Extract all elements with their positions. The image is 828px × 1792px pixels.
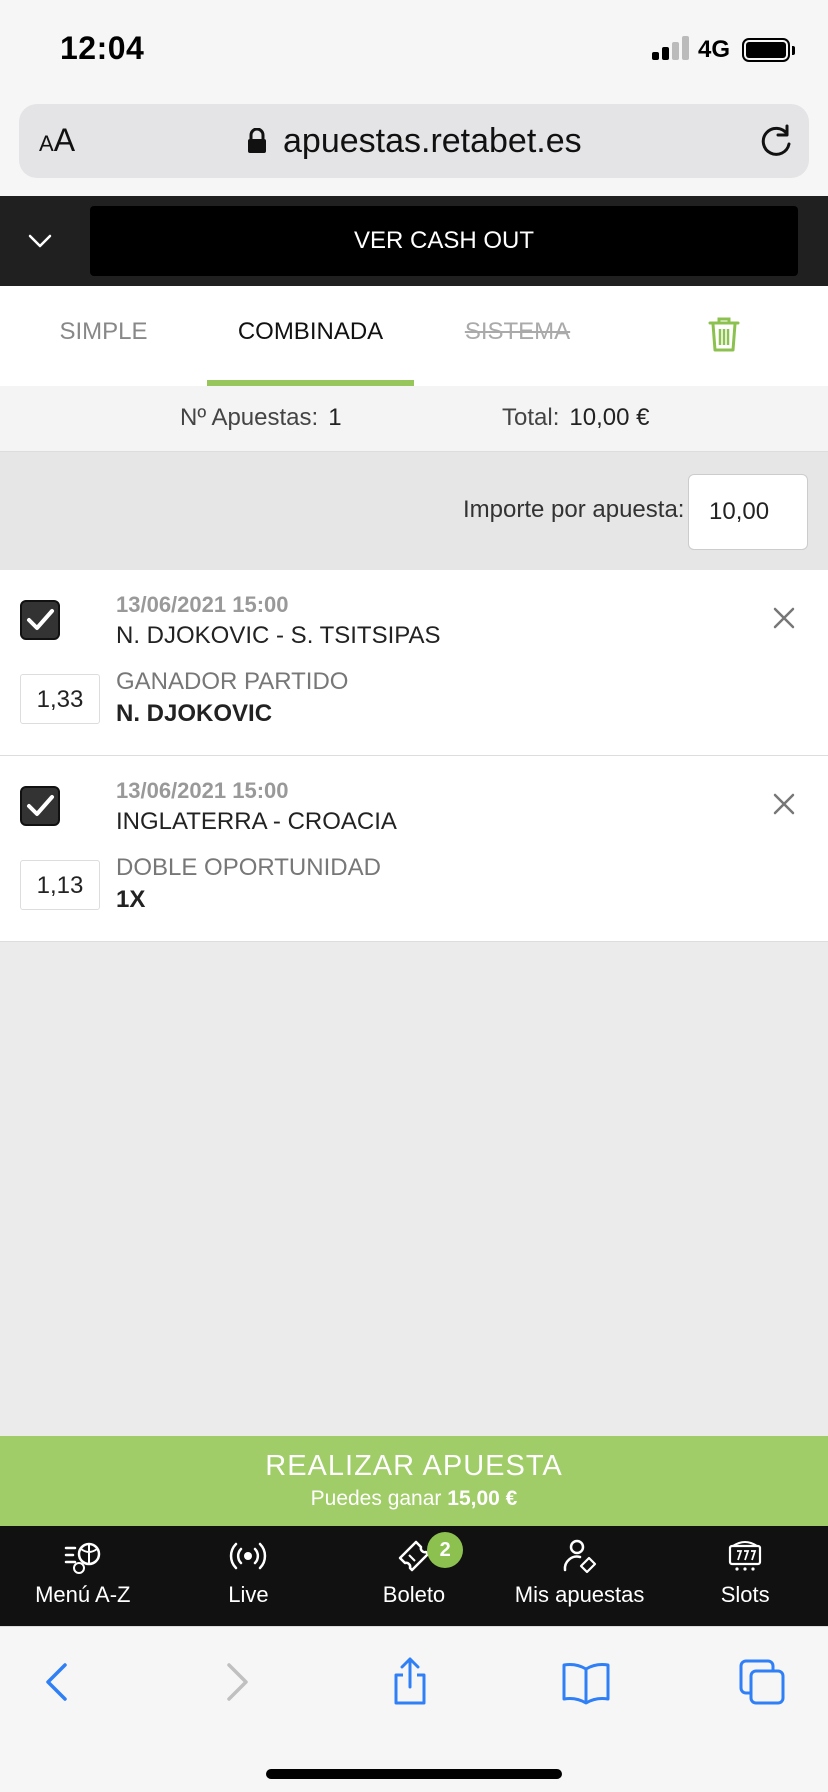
- event-date: 13/06/2021 15:00: [116, 778, 289, 803]
- lock-icon: [248, 128, 266, 153]
- trash-icon[interactable]: [708, 316, 740, 352]
- bet-selection: 1,33 13/06/2021 15:00 N. DJOKOVIC - S. T…: [0, 570, 828, 756]
- address-bar[interactable]: AA apuestas.retabet.es: [19, 104, 809, 178]
- event-name: INGLATERRA - CROACIA: [116, 808, 397, 835]
- bets-count-label: Nº Apuestas:: [180, 404, 319, 431]
- bet-selection: 1,13 13/06/2021 15:00 INGLATERRA - CROAC…: [0, 756, 828, 942]
- selection-pick: 1X: [116, 886, 146, 913]
- back-icon[interactable]: [34, 1657, 84, 1707]
- tab-combinada[interactable]: COMBINADA: [207, 286, 414, 386]
- selection-pick: N. DJOKOVIC: [116, 700, 273, 727]
- bookmarks-icon[interactable]: [561, 1657, 611, 1707]
- browser-toolbar: [0, 1626, 828, 1792]
- potential-win: Puedes ganar 15,00 €: [0, 1487, 828, 1511]
- event-date: 13/06/2021 15:00: [116, 592, 289, 617]
- network-type: 4G: [698, 36, 731, 63]
- total-value: 10,00 €: [569, 404, 650, 431]
- nav-boleto[interactable]: 2 Boleto: [331, 1526, 497, 1626]
- stake-label: Importe por apuesta:: [463, 496, 685, 523]
- share-icon[interactable]: [385, 1657, 435, 1707]
- nav-mis-apuestas[interactable]: Mis apuestas: [497, 1526, 663, 1626]
- tab-simple[interactable]: SIMPLE: [0, 286, 207, 386]
- place-bet-title: REALIZAR APUESTA: [265, 1450, 563, 1482]
- bets-count-value: 1: [328, 404, 342, 431]
- forward-icon[interactable]: [210, 1657, 260, 1707]
- nav-label: Slots: [720, 1582, 770, 1607]
- nav-label: Boleto: [382, 1582, 446, 1607]
- checkmark-icon: [27, 795, 54, 816]
- nav-menu-az[interactable]: Menú A-Z: [0, 1526, 166, 1626]
- selection-checkbox[interactable]: [20, 786, 60, 826]
- bet-type-tabs: SIMPLE COMBINADA SISTEMA: [0, 286, 828, 386]
- close-icon[interactable]: [770, 790, 798, 818]
- text-size-button[interactable]: AA: [39, 122, 75, 159]
- selection-odds: 1,33: [20, 674, 100, 724]
- url-text[interactable]: apuestas.retabet.es: [283, 122, 582, 161]
- potential-win-label: Puedes ganar: [310, 1487, 442, 1510]
- market-name: GANADOR PARTIDO: [116, 668, 349, 695]
- close-icon[interactable]: [770, 604, 798, 632]
- nav-live[interactable]: Live: [166, 1526, 332, 1626]
- ticket-count-badge: 2: [427, 1532, 464, 1568]
- checkmark-icon: [27, 609, 54, 630]
- signal-icon: [652, 36, 692, 60]
- nav-label: Mis apuestas: [514, 1582, 645, 1607]
- stake-input[interactable]: [688, 474, 808, 550]
- status-bar: 12:04 4G: [0, 0, 828, 96]
- sports-menu-icon: [64, 1542, 101, 1574]
- user-bets-icon: [563, 1539, 596, 1574]
- bottom-nav: Menú A-Z Live 2 Boleto Mis apuestas Slot…: [0, 1526, 828, 1626]
- stake-row: Importe por apuesta:: [0, 452, 828, 570]
- bets-count: Nº Apuestas: 1: [180, 404, 342, 432]
- total-label: Total:: [502, 404, 560, 431]
- home-indicator[interactable]: [266, 1769, 562, 1779]
- slot-machine-icon: [729, 1541, 762, 1571]
- selection-checkbox[interactable]: [20, 600, 60, 640]
- selection-odds: 1,13: [20, 860, 100, 910]
- total-amount: Total: 10,00 €: [502, 404, 649, 432]
- nav-slots[interactable]: Slots: [662, 1526, 828, 1626]
- bet-summary: Nº Apuestas: 1 Total: 10,00 €: [0, 386, 828, 452]
- chevron-down-icon[interactable]: [20, 221, 60, 261]
- live-broadcast-icon: [230, 1542, 267, 1570]
- battery-icon: [742, 38, 790, 62]
- browser-address-area: AA apuestas.retabet.es: [0, 96, 828, 196]
- nav-label: Live: [228, 1582, 269, 1607]
- status-time: 12:04: [60, 30, 145, 66]
- reload-icon[interactable]: [757, 122, 795, 160]
- potential-win-amount: 15,00 €: [447, 1487, 518, 1510]
- nav-label: Menú A-Z: [35, 1582, 131, 1607]
- market-name: DOBLE OPORTUNIDAD: [116, 854, 381, 881]
- place-bet-button[interactable]: REALIZAR APUESTA Puedes ganar 15,00 €: [0, 1436, 828, 1526]
- event-name: N. DJOKOVIC - S. TSITSIPAS: [116, 622, 441, 649]
- tabs-icon[interactable]: [737, 1657, 787, 1707]
- battery-tip: [792, 46, 795, 55]
- view-cashout-button[interactable]: VER CASH OUT: [90, 206, 798, 276]
- tab-sistema[interactable]: SISTEMA: [414, 286, 621, 386]
- cashout-bar: VER CASH OUT: [0, 196, 828, 286]
